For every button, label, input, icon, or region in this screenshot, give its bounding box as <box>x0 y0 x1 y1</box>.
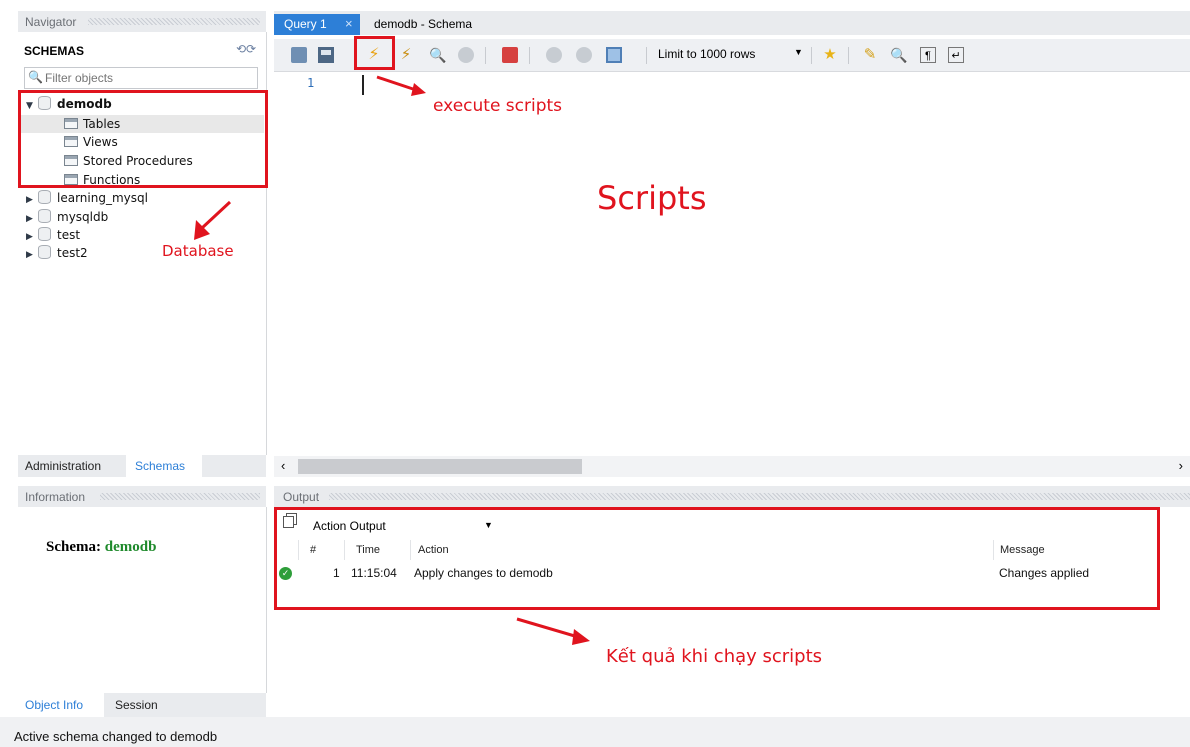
navigator-panel: SCHEMAS ⟲⟳ 🔍 ▼demodb Tables Views Stored… <box>18 32 268 455</box>
tree-item-test2[interactable]: ▶ test2 <box>26 244 88 262</box>
annotation-execute-scripts: execute scripts <box>433 96 563 116</box>
schema-info: Schema: demodb <box>46 539 156 556</box>
rollback-icon[interactable] <box>576 47 592 63</box>
output-highlight-box <box>274 507 1160 610</box>
tree-item-test[interactable]: ▶ test <box>26 226 80 244</box>
close-tab-icon[interactable]: × <box>345 16 353 31</box>
database-icon <box>38 245 51 259</box>
toolbar-separator <box>811 47 812 64</box>
open-file-icon[interactable] <box>291 47 307 63</box>
chevron-down-icon[interactable]: ▼ <box>794 47 803 57</box>
tree-item-label: test <box>57 228 81 242</box>
database-icon <box>38 209 51 223</box>
database-icon <box>38 227 51 241</box>
status-bar: Active schema changed to demodb <box>0 717 1190 747</box>
collapsed-arrow-icon[interactable]: ▶ <box>26 246 38 264</box>
information-tabs: Object Info Session <box>18 693 266 717</box>
invisible-chars-icon[interactable]: ¶ <box>920 47 936 63</box>
scroll-right-icon[interactable]: › <box>1179 458 1183 473</box>
tree-item-label: mysqldb <box>57 210 109 224</box>
beautify-icon[interactable]: ✎ <box>862 47 878 63</box>
tab-label: Query 1 <box>284 17 327 31</box>
sql-editor[interactable]: 1 execute scripts Scripts <box>274 72 1190 455</box>
information-header: Information <box>18 486 266 507</box>
filter-objects-input[interactable] <box>43 69 255 87</box>
annotation-database: Database <box>162 242 234 260</box>
annotation-result: Kết quả khi chạy scripts <box>606 646 823 667</box>
line-number: 1 <box>307 76 315 90</box>
result-annotation-arrow <box>516 617 590 645</box>
execute-current-icon[interactable]: ⚡ <box>398 47 414 63</box>
database-annotation-arrow <box>194 200 232 240</box>
tree-item-learning-mysql[interactable]: ▶ learning_mysql <box>26 189 148 207</box>
navigator-title: Navigator <box>25 15 81 29</box>
horizontal-scrollbar[interactable]: ‹ › <box>274 456 1190 477</box>
tab-administration[interactable]: Administration <box>25 459 101 473</box>
schemas-label: SCHEMAS <box>24 44 85 58</box>
schema-info-value: demodb <box>104 539 157 555</box>
header-hatch <box>329 493 1190 500</box>
limit-rows-select[interactable]: Limit to 1000 rows <box>658 47 755 61</box>
toolbar-separator <box>485 47 486 64</box>
search-icon: 🔍 <box>28 70 43 84</box>
information-panel: Schema: demodb <box>18 507 267 693</box>
tab-query-1[interactable]: Query 1 × <box>274 14 360 35</box>
output-title: Output <box>283 490 324 504</box>
schema-info-label: Schema: <box>46 539 101 555</box>
toggle-error-icon[interactable] <box>502 47 518 63</box>
commit-icon[interactable] <box>546 47 562 63</box>
tab-session[interactable]: Session <box>115 698 158 712</box>
refresh-schemas-icon[interactable]: ⟲⟳ <box>236 42 256 56</box>
database-icon <box>38 190 51 204</box>
scrollbar-thumb[interactable] <box>298 459 582 474</box>
explain-icon[interactable]: 🔍 <box>429 47 446 63</box>
tab-schemas[interactable]: Schemas <box>135 459 185 473</box>
stop-icon[interactable] <box>458 47 474 63</box>
navigator-tabs: Administration Schemas <box>18 455 266 477</box>
tree-item-mysqldb[interactable]: ▶ mysqldb <box>26 208 108 226</box>
information-title: Information <box>25 490 90 504</box>
annotation-scripts: Scripts <box>597 179 707 217</box>
find-replace-icon[interactable]: 🔍 <box>890 47 907 63</box>
filter-box[interactable]: 🔍 <box>24 67 258 89</box>
navigator-header: Navigator <box>18 11 266 32</box>
header-hatch <box>88 18 260 25</box>
collapsed-arrow-icon[interactable]: ▶ <box>26 191 38 209</box>
header-hatch <box>100 493 260 500</box>
tab-object-info[interactable]: Object Info <box>25 698 83 712</box>
editor-tabbar: Query 1 × demodb - Schema <box>274 11 1190 35</box>
status-text: Active schema changed to demodb <box>14 729 218 744</box>
toolbar-separator <box>646 47 647 64</box>
tab-demodb-schema[interactable]: demodb - Schema <box>374 17 472 31</box>
text-caret <box>362 75 364 95</box>
wrap-lines-icon[interactable]: ↵ <box>948 47 964 63</box>
output-header: Output <box>274 486 1190 507</box>
execute-highlight-box <box>354 36 395 70</box>
sql-editor-toolbar: ⚡ ⚡ 🔍 Limit to 1000 rows ▼ ★ ✎ 🔍 ¶ ↵ <box>274 36 1190 72</box>
toolbar-separator <box>529 47 530 64</box>
save-icon[interactable] <box>318 47 334 63</box>
tree-item-label: test2 <box>57 246 88 260</box>
output-panel: Action Output ▼ # Time Action Message ✓ … <box>274 507 1190 717</box>
scroll-left-icon[interactable]: ‹ <box>281 458 285 473</box>
line-gutter <box>274 72 358 455</box>
execute-annotation-arrow <box>376 75 426 96</box>
database-highlight-box <box>18 90 268 188</box>
toolbar-separator <box>848 47 849 64</box>
autocommit-icon[interactable] <box>606 47 622 63</box>
tree-item-label: learning_mysql <box>57 191 148 205</box>
add-snippet-icon[interactable]: ★ <box>822 47 838 63</box>
